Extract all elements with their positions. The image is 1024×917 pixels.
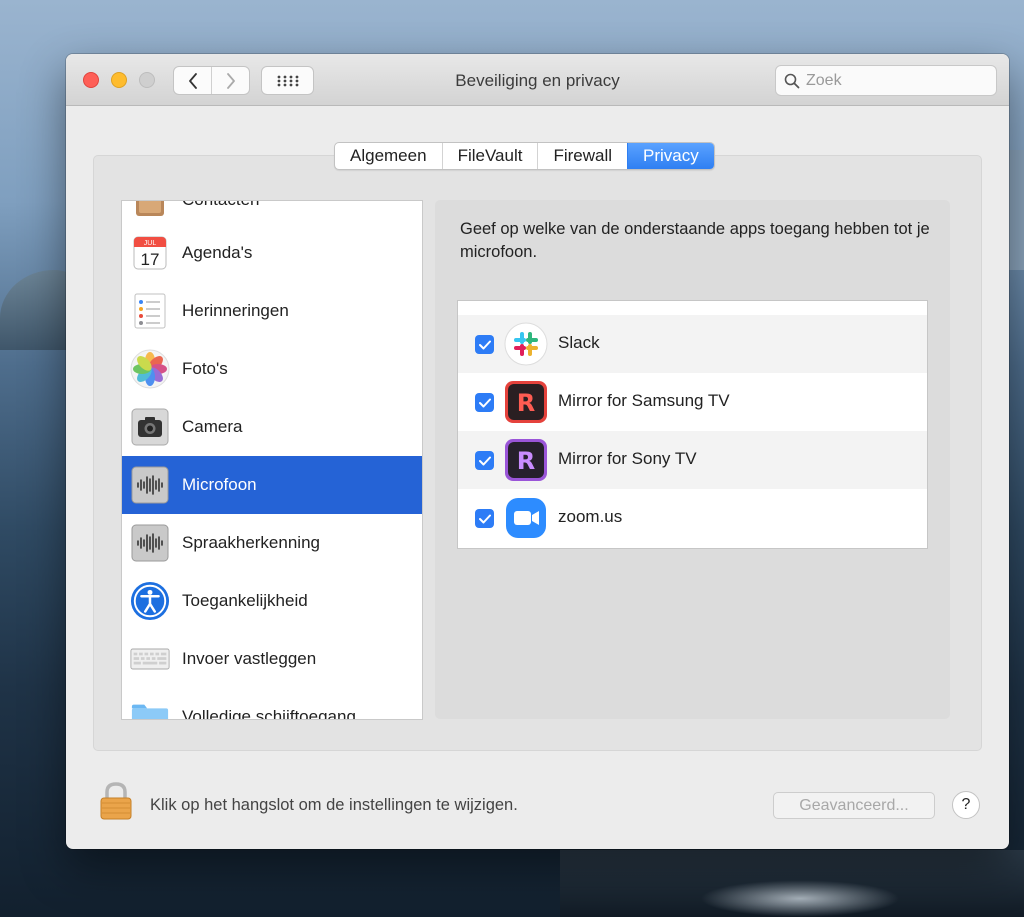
- navigation-buttons: [173, 66, 250, 95]
- speech-recognition-icon: [130, 523, 170, 563]
- checkmark-icon: [478, 514, 491, 523]
- desktop-background-foam: [700, 880, 900, 917]
- privacy-category-list[interactable]: Contacten JUL 17 Agenda's: [121, 200, 423, 720]
- photos-icon: [130, 349, 170, 389]
- title-bar: Beveiliging en privacy: [66, 54, 1009, 106]
- search-input[interactable]: [806, 70, 986, 92]
- slack-icon: [504, 322, 548, 366]
- search-icon: [784, 73, 800, 89]
- forward-button[interactable]: [211, 67, 249, 94]
- grid-icon: [277, 75, 298, 86]
- sidebar-item-label: Invoer vastleggen: [182, 649, 317, 668]
- contacts-icon: [130, 201, 170, 220]
- checkmark-icon: [478, 398, 491, 407]
- accessibility-icon: [130, 581, 170, 621]
- app-row-zoom[interactable]: zoom.us: [458, 489, 927, 547]
- tab-firewall[interactable]: Firewall: [537, 143, 627, 169]
- app-name: Mirror for Samsung TV: [558, 391, 730, 410]
- mirror-sony-icon: R: [504, 438, 548, 482]
- mirror-sony-checkbox[interactable]: [475, 451, 494, 470]
- camera-icon: [130, 407, 170, 447]
- sidebar-item-agendas[interactable]: JUL 17 Agenda's: [122, 224, 422, 282]
- lock-instructions: Klik op het hangslot om de instellingen …: [150, 796, 518, 814]
- sidebar-item-spraakherkenning[interactable]: Spraakherkenning: [122, 514, 422, 572]
- reminders-icon: [130, 291, 170, 331]
- zoom-checkbox[interactable]: [475, 509, 494, 528]
- chevron-left-icon: [188, 72, 197, 89]
- sidebar-item-label: Toegankelijkheid: [182, 591, 308, 610]
- close-window-button[interactable]: [83, 72, 99, 88]
- tab-privacy[interactable]: Privacy: [627, 143, 714, 169]
- tab-filevault[interactable]: FileVault: [441, 143, 538, 169]
- mirror-sony-icon-letter: R: [517, 447, 535, 475]
- mirror-samsung-icon-letter: R: [517, 389, 535, 417]
- zoom-window-button[interactable]: [139, 72, 155, 88]
- checkmark-icon: [478, 340, 491, 349]
- sidebar-item-fotos[interactable]: Foto's: [122, 340, 422, 398]
- chevron-right-icon: [226, 72, 235, 89]
- show-all-button[interactable]: [261, 66, 314, 95]
- app-row-mirror-sony[interactable]: R Mirror for Sony TV: [458, 431, 927, 489]
- app-permission-list[interactable]: Slack R Mirror for Samsung TV R Mirror f…: [457, 300, 928, 549]
- sidebar-item-invoer-vastleggen[interactable]: Invoer vastleggen: [122, 630, 422, 688]
- app-name: zoom.us: [558, 507, 623, 526]
- sidebar-item-microfoon[interactable]: Microfoon: [122, 456, 422, 514]
- sidebar-item-label: Volledige schijftoegang: [182, 707, 356, 720]
- padlock-icon: [100, 782, 132, 820]
- calendar-icon: JUL 17: [130, 233, 170, 273]
- slack-checkbox[interactable]: [475, 335, 494, 354]
- sidebar-item-label: Camera: [182, 417, 243, 436]
- help-button[interactable]: ?: [952, 791, 980, 819]
- advanced-button[interactable]: Geavanceerd...: [773, 792, 935, 819]
- sidebar-item-herinneringen[interactable]: Herinneringen: [122, 282, 422, 340]
- microphone-icon: [130, 465, 170, 505]
- sidebar-item-volledige-schijftoegang[interactable]: Volledige schijftoegang: [122, 688, 422, 720]
- calendar-month: JUL: [144, 240, 157, 247]
- zoom-icon: [504, 496, 548, 540]
- search-field[interactable]: [775, 65, 997, 96]
- app-name: Mirror for Sony TV: [558, 449, 697, 468]
- mirror-samsung-checkbox[interactable]: [475, 393, 494, 412]
- permissions-description: Geef op welke van de onderstaande apps t…: [460, 220, 930, 261]
- tab-bar: Algemeen FileVault Firewall Privacy: [334, 142, 715, 170]
- sidebar-item-label: Foto's: [182, 359, 228, 378]
- back-button[interactable]: [174, 67, 211, 94]
- permissions-panel: Geef op welke van de onderstaande apps t…: [435, 200, 950, 719]
- lock-button[interactable]: [99, 781, 133, 826]
- folder-icon: [130, 697, 170, 719]
- sidebar-item-label: Agenda's: [182, 243, 253, 262]
- checkmark-icon: [478, 456, 491, 465]
- window-title: Beveiliging en privacy: [455, 71, 620, 90]
- sidebar-item-label: Microfoon: [182, 475, 257, 494]
- calendar-day: 17: [141, 250, 160, 269]
- sidebar-item-label: Contacten: [182, 201, 260, 210]
- keyboard-icon: [130, 639, 170, 679]
- app-name: Slack: [558, 333, 600, 352]
- tab-algemeen[interactable]: Algemeen: [335, 143, 442, 169]
- minimize-window-button[interactable]: [111, 72, 127, 88]
- sidebar-item-label: Herinneringen: [182, 301, 289, 320]
- sidebar-item-label: Spraakherkenning: [182, 533, 320, 552]
- app-row-slack[interactable]: Slack: [458, 315, 927, 373]
- preferences-window: Beveiliging en privacy Algemeen FileVaul…: [66, 54, 1009, 849]
- sidebar-item-camera[interactable]: Camera: [122, 398, 422, 456]
- sidebar-item-toegankelijkheid[interactable]: Toegankelijkheid: [122, 572, 422, 630]
- mirror-samsung-icon: R: [504, 380, 548, 424]
- app-row-mirror-samsung[interactable]: R Mirror for Samsung TV: [458, 373, 927, 431]
